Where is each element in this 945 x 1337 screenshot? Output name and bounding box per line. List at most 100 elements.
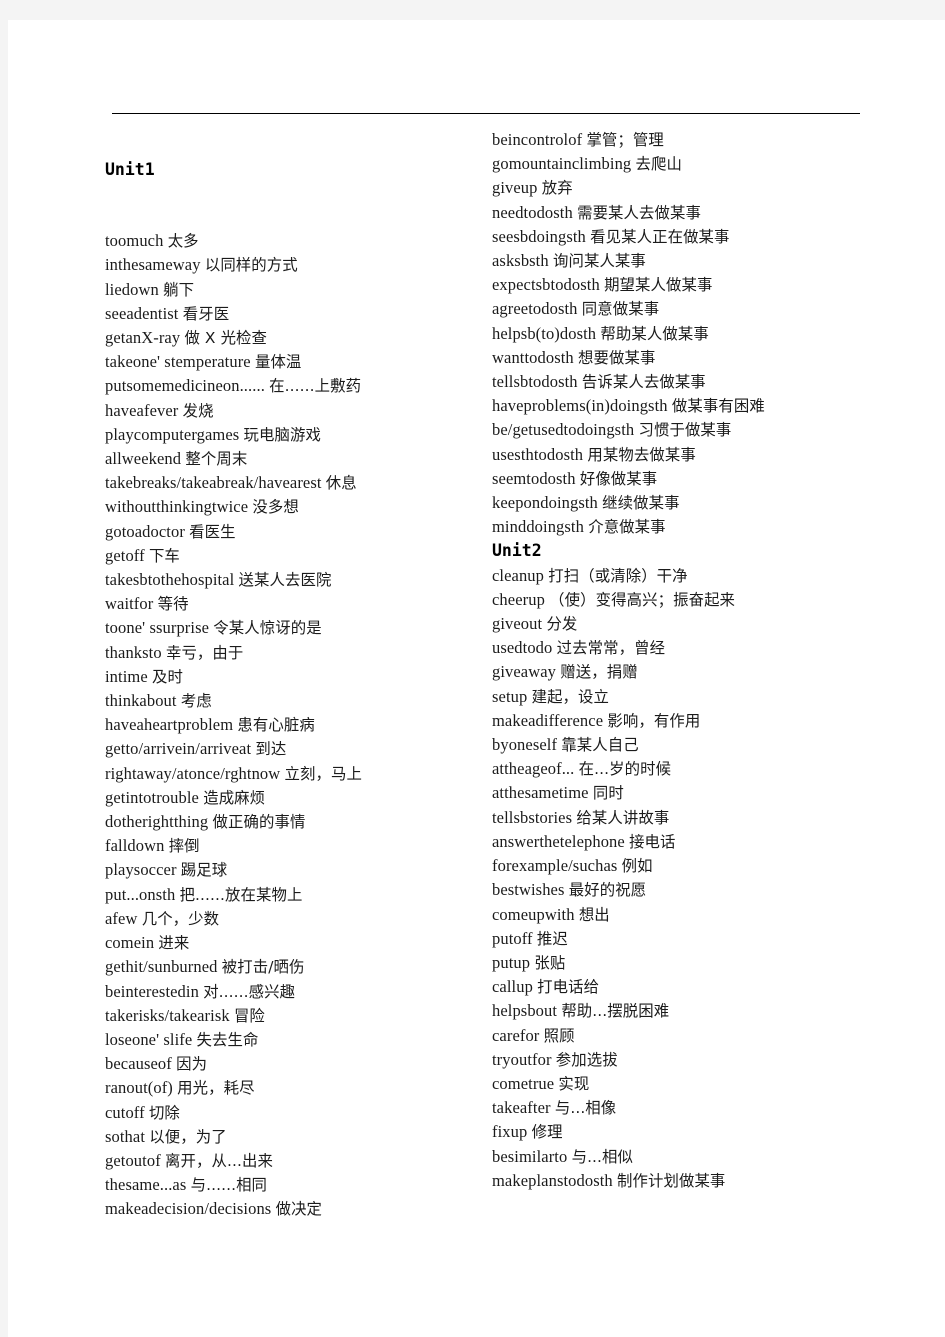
vocab-definition: 在...岁的时候 — [578, 760, 672, 779]
vocab-term: giveout — [492, 614, 543, 634]
vocab-definition: 做决定 — [275, 1200, 323, 1219]
vocab-entry: atthesametime 同时 — [492, 781, 872, 805]
vocab-definition: 与......相同 — [190, 1176, 268, 1195]
vocab-term: minddoingsth — [492, 517, 584, 537]
vocab-definition: 立刻，马上 — [284, 764, 362, 783]
vocab-definition: 下车 — [148, 546, 180, 565]
vocab-definition: 休息 — [325, 474, 357, 493]
vocab-entry: toone' ssurprise 令某人惊讶的是 — [105, 616, 485, 640]
vocab-entry: thinkabout 考虑 — [105, 689, 485, 713]
vocab-entry: needtodosth 需要某人去做某事 — [492, 201, 872, 225]
vocab-term: putoff — [492, 928, 533, 948]
vocab-definition: 赠送，捐赠 — [560, 663, 638, 682]
vocab-entry: haveproblems(in)doingsth 做某事有困难 — [492, 394, 872, 418]
vocab-definition: 去爬山 — [635, 155, 683, 174]
vocab-term: getintotrouble — [105, 787, 199, 807]
vocab-term: intime — [105, 666, 148, 686]
vocab-definition: 推迟 — [536, 929, 568, 948]
vocab-term: toone' ssurprise — [105, 618, 210, 638]
vocab-term: forexample/suchas — [492, 856, 618, 876]
vocab-definition: 因为 — [176, 1055, 208, 1074]
vocab-entry: setup 建起，设立 — [492, 685, 872, 709]
vocab-entry: takeone' stemperature 量体温 — [105, 350, 485, 374]
vocab-term: giveaway — [492, 662, 557, 682]
heading-spacer — [105, 182, 485, 229]
vocab-definition: 与...相似 — [571, 1147, 634, 1166]
vocab-entry: tryoutfor 参加选拔 — [492, 1048, 872, 1072]
document-page: Unit1 toomuch 太多 inthesameway 以同样的方式 liedo… — [8, 20, 945, 1337]
vocab-term: seemtodosth — [492, 468, 576, 488]
vocab-term: besimilarto — [492, 1146, 568, 1166]
vocab-term: makeadifference — [492, 710, 604, 730]
vocab-entry: withoutthinkingtwice 没多想 — [105, 495, 485, 519]
vocab-entry: becauseof 因为 — [105, 1052, 485, 1076]
vocab-entry: haveaheartproblem 患有心脏病 — [105, 713, 485, 737]
vocab-definition: 期望某人做某事 — [604, 276, 713, 295]
vocab-entry: seeadentist 看牙医 — [105, 302, 485, 326]
vocab-term: cleanup — [492, 565, 545, 585]
vocab-definition: 帮助某人做某事 — [600, 324, 709, 343]
vocab-definition: 用光，耗尽 — [177, 1079, 255, 1098]
vocab-definition: 询问某人某事 — [552, 252, 646, 271]
vocab-definition: 患有心脏病 — [237, 716, 315, 735]
vocab-term: waitfor — [105, 594, 154, 614]
vocab-entry: comeupwith 想出 — [492, 903, 872, 927]
vocab-definition: 影响，有作用 — [607, 711, 701, 730]
vocab-definition: 打电话给 — [537, 978, 600, 997]
vocab-definition: 摔倒 — [168, 837, 200, 856]
vocab-definition: 踢足球 — [180, 861, 228, 880]
vocab-definition: 帮助...摆脱困难 — [561, 1002, 670, 1021]
vocab-term: asksbsth — [492, 251, 549, 271]
vocab-term: cheerup — [492, 589, 545, 609]
vocab-entry: cometrue 实现 — [492, 1072, 872, 1096]
vocab-entry: thesame...as 与......相同 — [105, 1173, 485, 1197]
vocab-term: usedtodo — [492, 638, 553, 658]
vocab-term: playsoccer — [105, 860, 177, 880]
vocab-definition: 玩电脑游戏 — [243, 425, 321, 444]
vocab-definition: 想要做某事 — [578, 348, 656, 367]
vocab-definition: 给某人讲故事 — [576, 808, 670, 827]
right-entry-list-unit2: cleanup 打扫（或清除）干净 cheerup （使）变得高兴；振奋起来 giv… — [492, 564, 872, 1193]
vocab-entry: seemtodosth 好像做某事 — [492, 467, 872, 491]
vocab-term: byoneself — [492, 735, 558, 755]
vocab-definition: （使）变得高兴；振奋起来 — [549, 590, 736, 609]
vocab-term: gotoadoctor — [105, 521, 185, 541]
vocab-term: answerthetelephone — [492, 831, 625, 851]
vocab-term: keepondoingsth — [492, 493, 598, 513]
vocab-entry: gomountainclimbing 去爬山 — [492, 152, 872, 176]
vocab-definition: 同时 — [592, 784, 624, 803]
vocab-term: cometrue — [492, 1073, 555, 1093]
vocab-entry: falldown 摔倒 — [105, 834, 485, 858]
vocab-entry: carefor 照顾 — [492, 1024, 872, 1048]
vocab-entry: thanksto 幸亏，由于 — [105, 641, 485, 665]
vocab-definition: 发烧 — [182, 401, 214, 420]
left-column: Unit1 toomuch 太多 inthesameway 以同样的方式 liedo… — [105, 20, 485, 1222]
vocab-term: attheageof... — [492, 759, 575, 779]
vocab-definition: 打扫（或清除）干净 — [548, 566, 688, 585]
vocab-definition: 失去生命 — [196, 1030, 259, 1049]
vocab-definition: 考虑 — [180, 692, 212, 711]
vocab-entry: allweekend 整个周末 — [105, 447, 485, 471]
vocab-term: takeafter — [492, 1098, 551, 1118]
vocab-entry: dotherightthing 做正确的事情 — [105, 810, 485, 834]
vocab-term: liedown — [105, 279, 159, 299]
vocab-term: takerisks/takearisk — [105, 1005, 230, 1025]
vocab-term: callup — [492, 977, 533, 997]
vocab-term: withoutthinkingtwice — [105, 497, 249, 517]
vocab-definition: 制作计划做某事 — [616, 1171, 726, 1190]
vocab-entry: besimilarto 与...相似 — [492, 1145, 872, 1169]
vocab-entry: makeadifference 影响，有作用 — [492, 709, 872, 733]
left-entry-list: toomuch 太多 inthesameway 以同样的方式 liedown 躺下 s… — [105, 229, 485, 1221]
vocab-entry: ranout(of) 用光，耗尽 — [105, 1076, 485, 1100]
vocab-term: bestwishes — [492, 880, 565, 900]
vocab-term: comein — [105, 933, 155, 953]
vocab-term: falldown — [105, 836, 165, 856]
vocab-term: takesbtothehospital — [105, 570, 235, 590]
vocab-entry: putsomemedicineon...... 在......上敷药 — [105, 374, 485, 398]
vocab-definition: 想出 — [578, 905, 610, 924]
vocab-term: thesame...as — [105, 1175, 187, 1195]
vocab-term: afew — [105, 908, 138, 928]
vocab-entry: tellsbstories 给某人讲故事 — [492, 806, 872, 830]
vocab-definition: 在......上敷药 — [269, 377, 362, 396]
vocab-term: becauseof — [105, 1054, 172, 1074]
